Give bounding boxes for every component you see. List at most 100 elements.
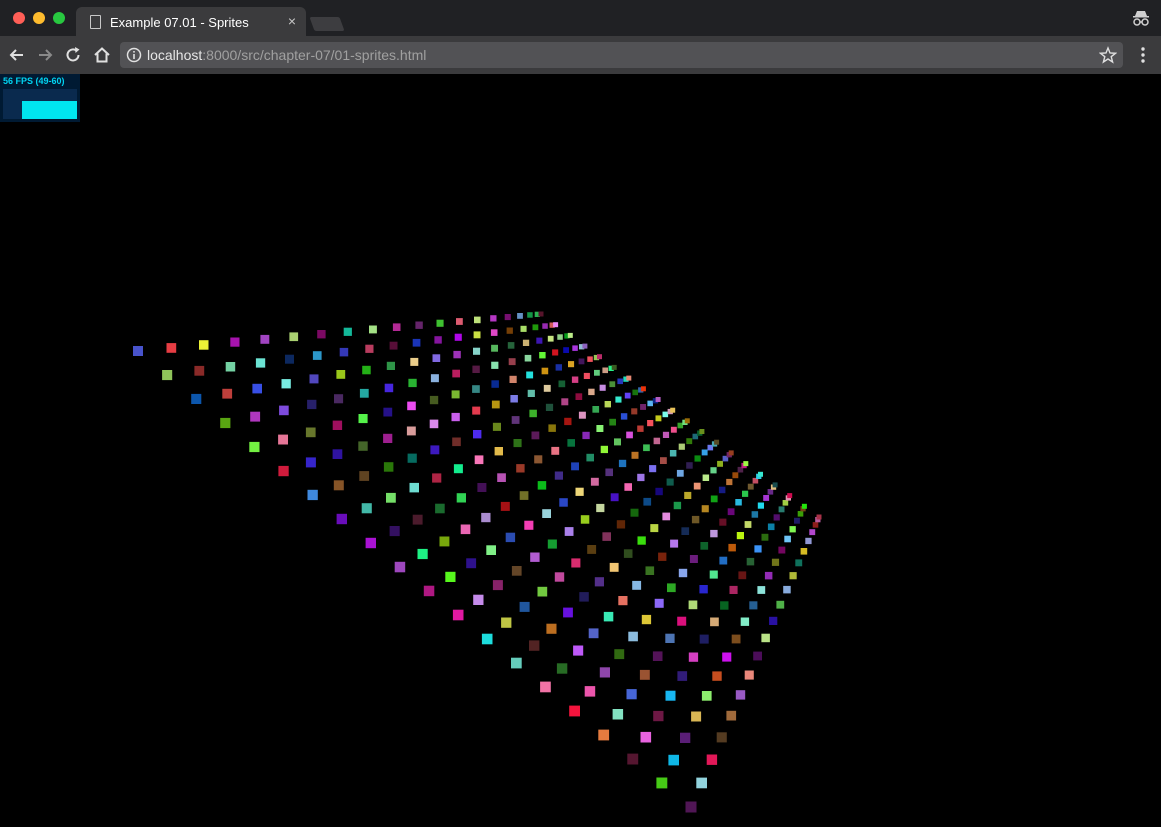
sprite	[343, 327, 352, 336]
sprite	[653, 437, 661, 445]
sprite	[693, 482, 701, 490]
sprite	[612, 709, 624, 720]
address-bar[interactable]: localhost:8000/src/chapter-07/01-sprites…	[120, 42, 1123, 68]
sprite	[722, 652, 732, 662]
sprite	[719, 556, 728, 565]
sprite	[412, 514, 423, 525]
sprite	[551, 446, 560, 455]
sprite	[332, 449, 343, 459]
sprite	[439, 536, 450, 547]
sprite	[598, 729, 610, 741]
sprite	[552, 349, 559, 356]
sprite	[812, 522, 819, 528]
sprite	[511, 657, 522, 669]
reload-icon[interactable]	[63, 45, 83, 65]
sprite	[359, 471, 370, 481]
sprite	[655, 397, 661, 402]
sprite	[497, 473, 506, 482]
sprite	[369, 325, 377, 334]
sprite	[597, 354, 602, 360]
sprite	[537, 586, 548, 597]
sprite	[602, 532, 611, 541]
sprite	[728, 450, 734, 456]
sprite	[451, 390, 460, 399]
sprite	[508, 358, 516, 366]
sprite	[599, 667, 610, 678]
sprite	[362, 365, 371, 375]
sprite	[359, 388, 369, 398]
sprite	[453, 464, 463, 474]
sprite	[517, 313, 523, 319]
sprite	[527, 312, 533, 318]
sprite	[222, 388, 233, 399]
sprite	[605, 468, 613, 477]
sprite	[592, 406, 600, 413]
sprite	[809, 529, 816, 536]
maximize-window-button[interactable]	[53, 12, 65, 24]
sprite	[578, 358, 585, 365]
tab-active[interactable]: Example 07.01 - Sprites ×	[76, 7, 306, 36]
sprite	[162, 370, 173, 381]
sprite	[305, 457, 316, 468]
sprite	[670, 426, 677, 433]
sprite	[526, 371, 534, 379]
incognito-icon[interactable]	[1131, 8, 1151, 28]
sprite	[641, 614, 652, 625]
new-tab-button[interactable]	[309, 17, 345, 31]
forward-arrow-icon[interactable]	[35, 45, 55, 65]
sprite	[336, 370, 346, 379]
menu-kebab-icon[interactable]	[1135, 45, 1151, 65]
sprite-grid-canvas[interactable]	[0, 74, 1161, 827]
info-icon[interactable]	[126, 47, 142, 63]
sprite	[456, 318, 463, 325]
sprite	[194, 365, 205, 376]
url-text[interactable]: localhost:8000/src/chapter-07/01-sprites…	[147, 47, 426, 63]
sprite	[281, 379, 291, 389]
sprite	[701, 449, 708, 456]
sprite	[407, 453, 417, 463]
bookmark-star-icon[interactable]	[1099, 46, 1117, 64]
minimize-window-button[interactable]	[33, 12, 45, 24]
sprite	[539, 352, 546, 359]
sprite	[626, 375, 632, 381]
sprite	[586, 453, 594, 462]
sprite	[688, 652, 699, 662]
sprite	[529, 409, 537, 418]
sprite	[491, 344, 498, 352]
sprite	[554, 572, 565, 582]
sprite	[800, 548, 808, 555]
sprite	[536, 337, 543, 344]
tab-close-icon[interactable]: ×	[288, 13, 296, 29]
sprite	[751, 511, 759, 518]
home-icon[interactable]	[92, 45, 112, 65]
sprite	[614, 649, 625, 660]
close-window-button[interactable]	[13, 12, 25, 24]
fps-stats-panel[interactable]: 56 FPS (49-60)	[0, 74, 80, 122]
sprite	[712, 671, 722, 681]
sprite	[637, 536, 646, 545]
sprite	[588, 388, 595, 396]
sprite	[699, 429, 705, 434]
sprite	[453, 350, 461, 359]
sprite	[740, 617, 750, 626]
sprite	[670, 539, 679, 548]
sprite	[333, 480, 344, 491]
sprite	[782, 500, 789, 506]
sprite	[410, 357, 419, 366]
sprite	[491, 380, 499, 388]
sprite	[473, 331, 481, 339]
sprite	[386, 492, 396, 503]
back-arrow-icon[interactable]	[7, 45, 27, 65]
sprite	[520, 325, 527, 332]
sprite	[511, 566, 522, 576]
sprite	[582, 431, 590, 440]
sprite	[289, 332, 299, 342]
sprite	[339, 347, 349, 357]
sprite	[735, 499, 742, 506]
sprite	[749, 601, 758, 610]
sprite	[571, 376, 579, 383]
sprite	[709, 570, 718, 579]
sprite	[797, 511, 804, 517]
sprite	[474, 316, 481, 324]
sprite	[501, 617, 512, 628]
